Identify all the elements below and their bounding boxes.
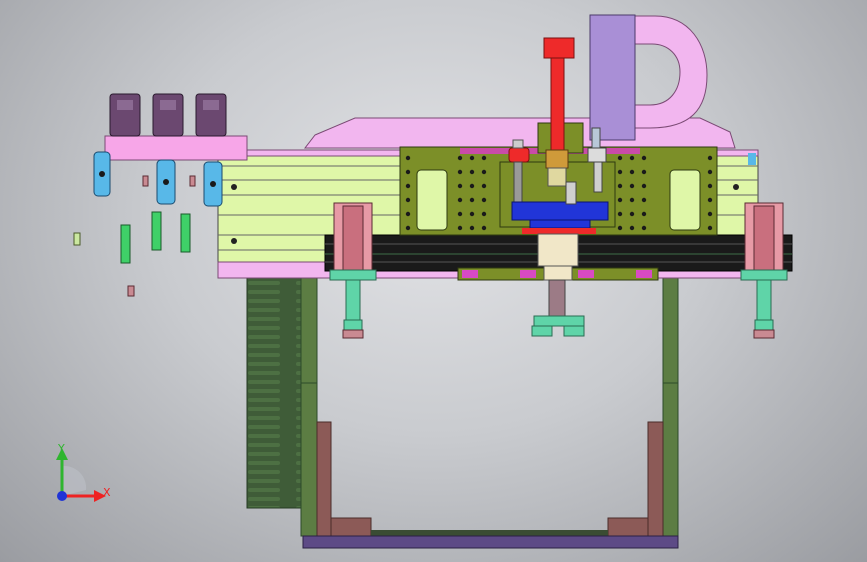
cad-viewport[interactable]: X Y [0, 0, 867, 562]
cable-chain [246, 275, 302, 509]
mounting-hole [405, 155, 411, 161]
mounting-hole [641, 197, 647, 203]
mounting-hole [641, 211, 647, 217]
mounting-hole [457, 197, 463, 203]
mounting-hole [617, 183, 623, 189]
x-axis-label: X [103, 486, 111, 499]
mounting-hole [457, 169, 463, 175]
mounting-hole [641, 225, 647, 231]
mounting-hole [457, 183, 463, 189]
mounting-hole [617, 197, 623, 203]
mounting-hole [457, 155, 463, 161]
mounting-hole [469, 169, 475, 175]
mounting-hole [707, 225, 713, 231]
mounting-hole [641, 169, 647, 175]
mounting-hole [617, 211, 623, 217]
mounting-hole [707, 183, 713, 189]
mounting-hole [469, 155, 475, 161]
mounting-hole [481, 183, 487, 189]
mounting-hole [629, 211, 635, 217]
mounting-hole [405, 211, 411, 217]
mounting-hole [405, 225, 411, 231]
mounting-hole [641, 155, 647, 161]
center-gripper [531, 233, 585, 337]
mounting-hole [629, 225, 635, 231]
mounting-hole [481, 169, 487, 175]
base-frame [246, 275, 679, 549]
right-corner-bracket [647, 421, 664, 537]
mounting-hole [629, 197, 635, 203]
valve-bracket [104, 93, 248, 161]
mounting-hole [469, 183, 475, 189]
mounting-hole [629, 183, 635, 189]
mounting-hole [469, 197, 475, 203]
mounting-hole [629, 155, 635, 161]
base-plate [302, 535, 679, 549]
mounting-hole [469, 211, 475, 217]
pink-hose [303, 14, 736, 149]
mounting-hole [707, 169, 713, 175]
mounting-hole [481, 211, 487, 217]
z-axis-dot [57, 491, 67, 501]
right-post [662, 275, 679, 537]
y-axis-label: Y [58, 442, 65, 455]
mounting-hole [469, 225, 475, 231]
mounting-hole [405, 169, 411, 175]
triad-graphic [56, 448, 106, 502]
mounting-hole [481, 197, 487, 203]
left-corner-bracket [316, 421, 332, 537]
axis-triad: X Y [40, 438, 120, 510]
mounting-hole [617, 169, 623, 175]
mounting-hole [405, 197, 411, 203]
loose-pins [73, 175, 196, 297]
mounting-hole [481, 155, 487, 161]
left-lift-unit [329, 202, 377, 339]
mounting-hole [707, 211, 713, 217]
mounting-hole [707, 197, 713, 203]
mounting-hole [641, 183, 647, 189]
mounting-hole [617, 225, 623, 231]
mounting-hole [617, 155, 623, 161]
mounting-hole [481, 225, 487, 231]
purple-column [589, 14, 636, 141]
mounting-hole [457, 211, 463, 217]
mounting-hole [629, 169, 635, 175]
mounting-hole [707, 155, 713, 161]
mounting-hole [457, 225, 463, 231]
mounting-hole [405, 183, 411, 189]
model-drawing[interactable] [0, 0, 867, 562]
right-lift-unit [740, 202, 788, 339]
left-post [300, 275, 318, 537]
